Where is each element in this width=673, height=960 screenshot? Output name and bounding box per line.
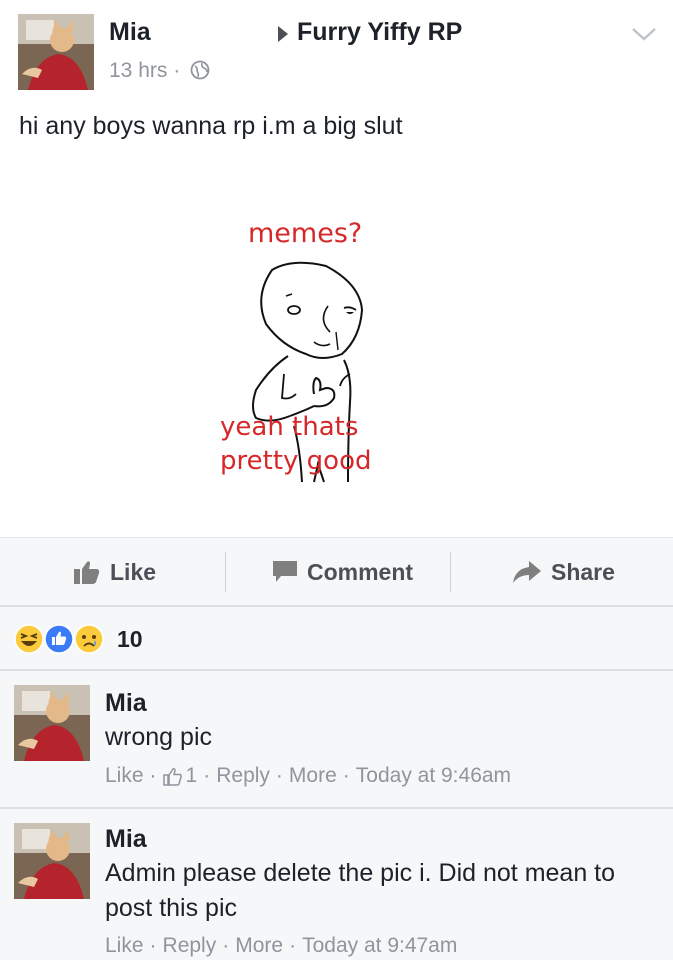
- group-name[interactable]: Furry Yiffy RP: [297, 18, 462, 47]
- comment-text: wrong pic: [105, 723, 212, 751]
- sad-icon: [74, 624, 104, 654]
- comment-time[interactable]: Today at 9:47am: [302, 934, 457, 958]
- commenter-name[interactable]: Mia: [105, 825, 147, 854]
- author-name[interactable]: Mia: [109, 18, 151, 47]
- comment-reply-link[interactable]: Reply: [163, 934, 217, 958]
- comment-more-link[interactable]: More: [235, 934, 283, 958]
- author-avatar[interactable]: [18, 14, 94, 90]
- comment-text: Admin please delete the pic i. Did not m…: [105, 859, 616, 922]
- thumbs-up-icon: [74, 561, 100, 584]
- comment-label: Comment: [307, 558, 414, 585]
- globe-icon: [190, 60, 210, 80]
- comment-item: Mia Admin please delete the pic i. Did n…: [0, 809, 673, 960]
- post-action-bar: Like Comment Share: [0, 537, 673, 607]
- comment-reply-link[interactable]: Reply: [216, 764, 270, 788]
- like-label: Like: [110, 558, 157, 585]
- chevron-down-icon[interactable]: [630, 24, 658, 44]
- haha-icon: [14, 624, 44, 654]
- comment-like-link[interactable]: Like: [105, 764, 144, 788]
- comment-bubble-icon: [273, 561, 297, 582]
- share-button[interactable]: Share: [513, 538, 615, 606]
- comment-item: Mia wrong pic Like · 1 · Reply · More · …: [0, 671, 673, 809]
- meme-top-caption: memes?: [248, 218, 363, 249]
- like-count-icon: [162, 767, 182, 786]
- comment-like-link[interactable]: Like: [105, 934, 144, 958]
- commenter-name[interactable]: Mia: [105, 689, 147, 718]
- meme-bottom-caption: yeah thats pretty good: [220, 412, 372, 476]
- post-image-meme[interactable]: memes? yeah thats pretty good: [210, 198, 456, 488]
- commenter-avatar[interactable]: [14, 823, 90, 899]
- post-time[interactable]: 13 hrs ·: [109, 59, 180, 83]
- post-header: Mia Furry Yiffy RP 13 hrs ·: [0, 0, 673, 100]
- like-button[interactable]: Like: [74, 538, 156, 606]
- action-divider: [225, 552, 226, 592]
- group-arrow-icon: [278, 26, 288, 42]
- reaction-count: 10: [117, 626, 143, 652]
- like-icon: [44, 624, 74, 654]
- commenter-avatar[interactable]: [14, 685, 90, 761]
- action-divider: [450, 552, 451, 592]
- comment-meta: Like · Reply · More · Today at 9:47am: [105, 934, 458, 958]
- comment-more-link[interactable]: More: [289, 764, 337, 788]
- comment-button[interactable]: Comment: [273, 538, 413, 606]
- comment-meta: Like · 1 · Reply · More · Today at 9:46a…: [105, 764, 512, 788]
- share-arrow-icon: [513, 561, 541, 583]
- reactions-bar[interactable]: 10: [0, 607, 673, 671]
- comment-time[interactable]: Today at 9:46am: [356, 764, 511, 788]
- post-text: hi any boys wanna rp i.m a big slut: [19, 112, 403, 140]
- share-label: Share: [551, 558, 615, 585]
- comment-like-count[interactable]: 1: [186, 764, 198, 788]
